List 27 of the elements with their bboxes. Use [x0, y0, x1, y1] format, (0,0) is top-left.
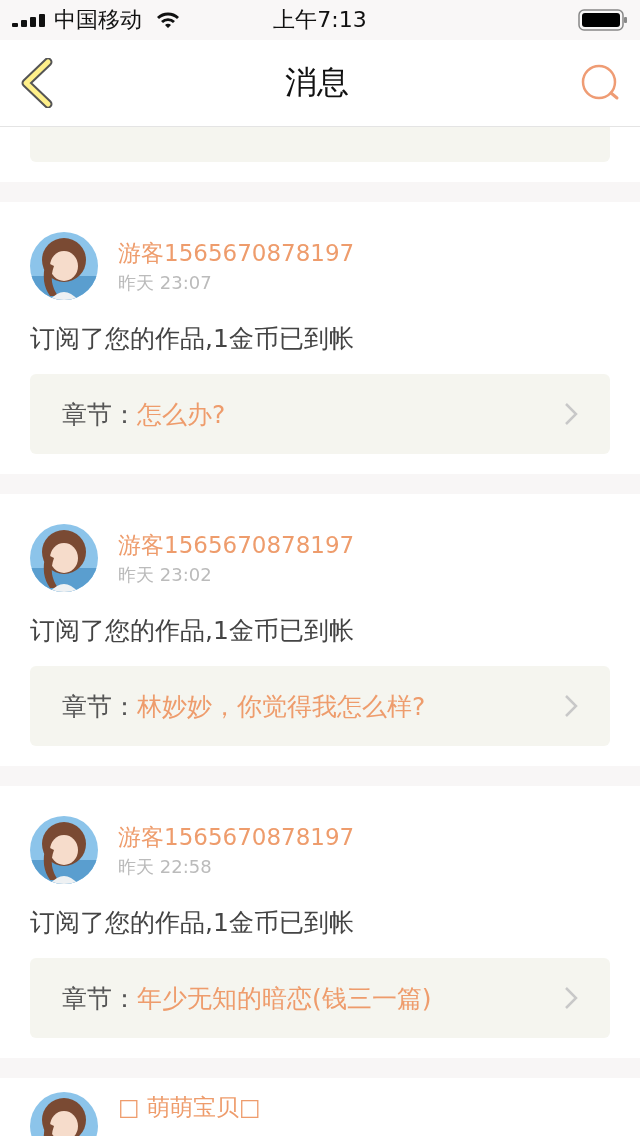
chapter-label: 章节：年少无知的暗恋(钱三一篇)	[62, 982, 432, 1015]
chapter-link[interactable]: 章节：年少无知的暗恋(钱三一篇)	[30, 958, 610, 1038]
wifi-icon	[156, 11, 180, 29]
sender-name: 游客1565670878197	[118, 822, 355, 852]
search-icon[interactable]	[580, 64, 620, 102]
message-text: 订阅了您的作品,1金币已到帐	[30, 907, 355, 939]
signal-icon	[12, 13, 46, 27]
sender-name: □ 萌萌宝贝□	[118, 1093, 261, 1122]
message-time: 昨天 23:02	[118, 562, 213, 587]
message-time: 昨天 22:58	[118, 854, 213, 879]
chapter-link[interactable]: 章节：林妙妙，你觉得我怎么样?	[30, 666, 610, 746]
battery-icon	[578, 9, 628, 31]
chevron-right-icon	[564, 402, 578, 426]
chapter-link[interactable]: 章节：怎么办?	[30, 374, 610, 454]
sender-name: 游客1565670878197	[118, 238, 355, 268]
message-time: 昨天 23:07	[118, 270, 213, 295]
chapter-label: 章节：怎么办?	[62, 398, 226, 431]
back-icon[interactable]	[20, 58, 54, 108]
chevron-right-icon	[564, 694, 578, 718]
clock-time: 上午7:13	[273, 6, 367, 34]
chevron-right-icon	[564, 986, 578, 1010]
chapter-label: 章节：林妙妙，你觉得我怎么样?	[62, 690, 426, 723]
page-title: 消息	[285, 62, 349, 103]
carrier-name: 中国移动	[54, 6, 142, 34]
message-text: 订阅了您的作品,1金币已到帐	[30, 615, 355, 647]
sender-name: 游客1565670878197	[118, 530, 355, 560]
message-text: 订阅了您的作品,1金币已到帐	[30, 323, 355, 355]
